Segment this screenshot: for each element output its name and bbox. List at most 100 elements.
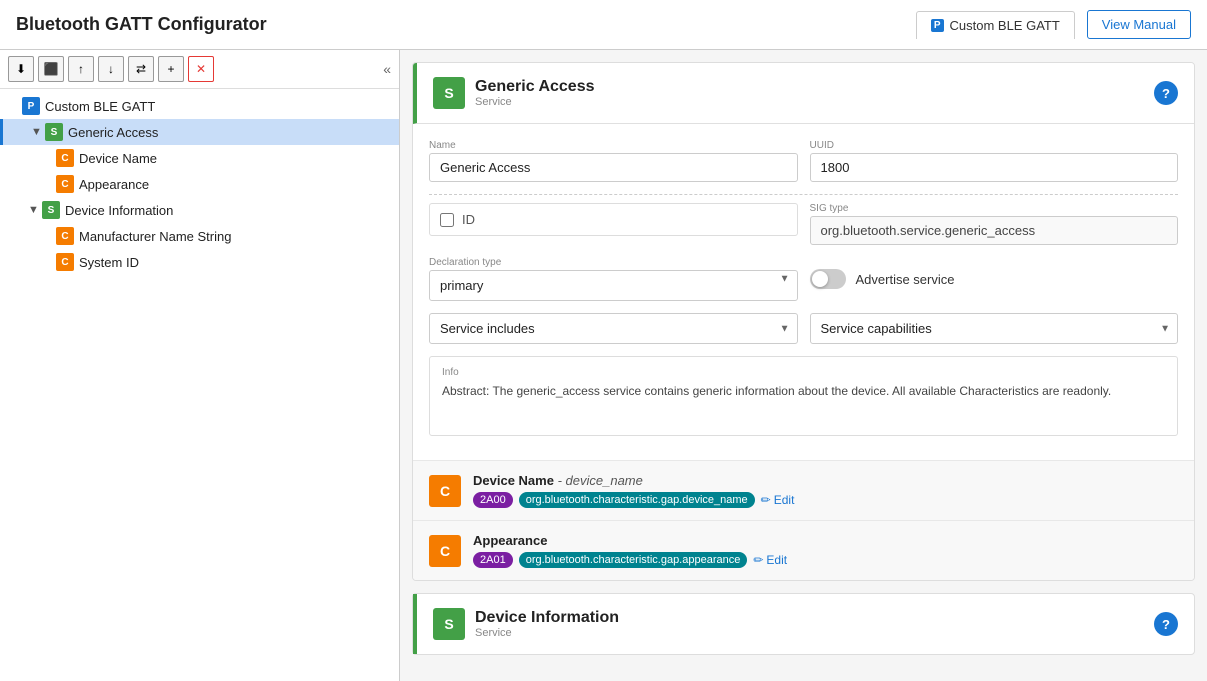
sidebar-item-system-id[interactable]: C System ID xyxy=(0,249,399,275)
name-input[interactable] xyxy=(429,153,798,182)
declaration-select[interactable]: primary secondary xyxy=(429,270,798,301)
badge-uuid-dn: 2A00 xyxy=(473,492,513,508)
char-icon-ap: C xyxy=(429,535,461,567)
view-manual-button[interactable]: View Manual xyxy=(1087,10,1191,39)
id-checkbox-label: ID xyxy=(462,212,475,227)
tree-icon-c-dn: C xyxy=(56,149,74,167)
sidebar-collapse-btn[interactable]: « xyxy=(383,61,391,77)
service-card-generic-access: S Generic Access Service ? Name UUID xyxy=(412,62,1195,581)
toolbar-swap-btn[interactable]: ⇄ xyxy=(128,56,154,82)
form-group-id: ID xyxy=(429,203,798,245)
tab-icon: P xyxy=(931,19,944,32)
badge-sig-ap: org.bluetooth.characteristic.gap.appeara… xyxy=(519,552,748,568)
tree-icon-p: P xyxy=(22,97,40,115)
form-group-capabilities: Service capabilities ▼ xyxy=(810,313,1179,344)
sidebar-item-device-name[interactable]: C Device Name xyxy=(0,145,399,171)
toggle-thumb xyxy=(812,271,828,287)
app-header: Bluetooth GATT Configurator P Custom BLE… xyxy=(0,0,1207,50)
tree-icon-s-ga: S xyxy=(45,123,63,141)
edit-link-ap[interactable]: ✏ Edit xyxy=(753,553,787,567)
service-name: Generic Access xyxy=(475,78,1154,96)
tab-label: Custom BLE GATT xyxy=(950,18,1060,33)
tree-icon-s-di: S xyxy=(42,201,60,219)
char-name-ap: Appearance xyxy=(473,533,1178,548)
service-subtitle: Service xyxy=(475,96,1154,108)
form-row-name-uuid: Name UUID xyxy=(429,140,1178,182)
service-header-text: Generic Access Service xyxy=(475,78,1154,108)
tree-icon-c-si: C xyxy=(56,253,74,271)
tree-arrow-di: ▼ xyxy=(28,204,42,216)
sidebar: ⬇ ⬛ ↑ ↓ ⇄ + ✕ « P Custom BLE GATT ▼ S Ge… xyxy=(0,50,400,681)
info-text: Abstract: The generic_access service con… xyxy=(442,382,1165,400)
form-row-id-sig: ID SIG type xyxy=(429,203,1178,245)
service-icon: S xyxy=(433,77,465,109)
toolbar-copy-btn[interactable]: ⬛ xyxy=(38,56,64,82)
service-card-body: Name UUID ID xyxy=(413,124,1194,452)
form-group-uuid: UUID xyxy=(810,140,1179,182)
tree-label-appearance: Appearance xyxy=(79,177,149,192)
toolbar-save-btn[interactable]: ⬇ xyxy=(8,56,34,82)
service-card-header: S Generic Access Service ? xyxy=(413,63,1194,124)
sidebar-tree: P Custom BLE GATT ▼ S Generic Access C D… xyxy=(0,89,399,681)
main-content: S Generic Access Service ? Name UUID xyxy=(400,50,1207,681)
sidebar-toolbar: ⬇ ⬛ ↑ ↓ ⇄ + ✕ « xyxy=(0,50,399,89)
id-checkbox[interactable] xyxy=(440,213,454,227)
advertise-label: Advertise service xyxy=(856,272,955,287)
form-row-includes-capabilities: Service includes ▼ Service capabilities … xyxy=(429,313,1178,344)
toolbar-up-btn[interactable]: ↑ xyxy=(68,56,94,82)
sidebar-item-appearance[interactable]: C Appearance xyxy=(0,171,399,197)
toolbar-delete-btn[interactable]: ✕ xyxy=(188,56,214,82)
uuid-input[interactable] xyxy=(810,153,1179,182)
service-card-device-info: S Device Information Service ? xyxy=(412,593,1195,655)
toolbar-down-btn[interactable]: ↓ xyxy=(98,56,124,82)
tree-label-device-name: Device Name xyxy=(79,151,157,166)
badge-sig-dn: org.bluetooth.characteristic.gap.device_… xyxy=(519,492,755,508)
form-group-includes: Service includes ▼ xyxy=(429,313,798,344)
sidebar-item-generic-access[interactable]: ▼ S Generic Access xyxy=(0,119,399,145)
service-subtitle-di: Service xyxy=(475,627,1154,639)
id-checkbox-row: ID xyxy=(429,203,798,236)
service-card-bottom-header: S Device Information Service ? xyxy=(413,594,1194,654)
advertise-toggle[interactable] xyxy=(810,269,846,289)
tree-label-system-id: System ID xyxy=(79,255,139,270)
service-name-di: Device Information xyxy=(475,609,1154,627)
service-includes-select[interactable]: Service includes xyxy=(429,313,798,344)
char-icon-dn: C xyxy=(429,475,461,507)
char-badges-dn: 2A00 org.bluetooth.characteristic.gap.de… xyxy=(473,492,1178,508)
uuid-label: UUID xyxy=(810,140,1179,151)
main-layout: ⬇ ⬛ ↑ ↓ ⇄ + ✕ « P Custom BLE GATT ▼ S Ge… xyxy=(0,50,1207,681)
form-row-declaration-advertise: Declaration type primary secondary ▼ Adv… xyxy=(429,257,1178,301)
tree-label-generic-access: Generic Access xyxy=(68,125,158,140)
char-badges-ap: 2A01 org.bluetooth.characteristic.gap.ap… xyxy=(473,552,1178,568)
char-info-dn: Device Name - device_name 2A00 org.bluet… xyxy=(473,473,1178,508)
char-item-appearance: C Appearance 2A01 org.bluetooth.characte… xyxy=(413,520,1194,580)
service-header-text-di: Device Information Service xyxy=(475,609,1154,639)
characteristics-list: C Device Name - device_name 2A00 org.blu… xyxy=(413,460,1194,580)
form-group-name: Name xyxy=(429,140,798,182)
form-group-advertise: Advertise service xyxy=(810,269,1179,289)
tree-icon-c-ap: C xyxy=(56,175,74,193)
service-capabilities-select[interactable]: Service capabilities xyxy=(810,313,1179,344)
header-tab[interactable]: P Custom BLE GATT xyxy=(916,11,1075,39)
sidebar-item-custom-ble[interactable]: P Custom BLE GATT xyxy=(0,93,399,119)
info-box: Info Abstract: The generic_access servic… xyxy=(429,356,1178,436)
sig-type-label: SIG type xyxy=(810,203,1179,214)
sig-type-input[interactable] xyxy=(810,216,1179,245)
char-name-dn: Device Name - device_name xyxy=(473,473,1178,488)
divider xyxy=(429,194,1178,195)
help-icon-di[interactable]: ? xyxy=(1154,612,1178,636)
sidebar-item-device-information[interactable]: ▼ S Device Information xyxy=(0,197,399,223)
tree-arrow-ga: ▼ xyxy=(31,126,45,138)
sidebar-item-manufacturer[interactable]: C Manufacturer Name String xyxy=(0,223,399,249)
badge-uuid-ap: 2A01 xyxy=(473,552,513,568)
name-label: Name xyxy=(429,140,798,151)
char-info-ap: Appearance 2A01 org.bluetooth.characteri… xyxy=(473,533,1178,568)
info-label: Info xyxy=(442,367,1165,378)
help-icon[interactable]: ? xyxy=(1154,81,1178,105)
tree-label-manufacturer: Manufacturer Name String xyxy=(79,229,231,244)
toolbar-add-btn[interactable]: + xyxy=(158,56,184,82)
service-icon-di: S xyxy=(433,608,465,640)
tree-icon-c-mn: C xyxy=(56,227,74,245)
app-title: Bluetooth GATT Configurator xyxy=(16,14,267,35)
edit-link-dn[interactable]: ✏ Edit xyxy=(761,493,795,507)
